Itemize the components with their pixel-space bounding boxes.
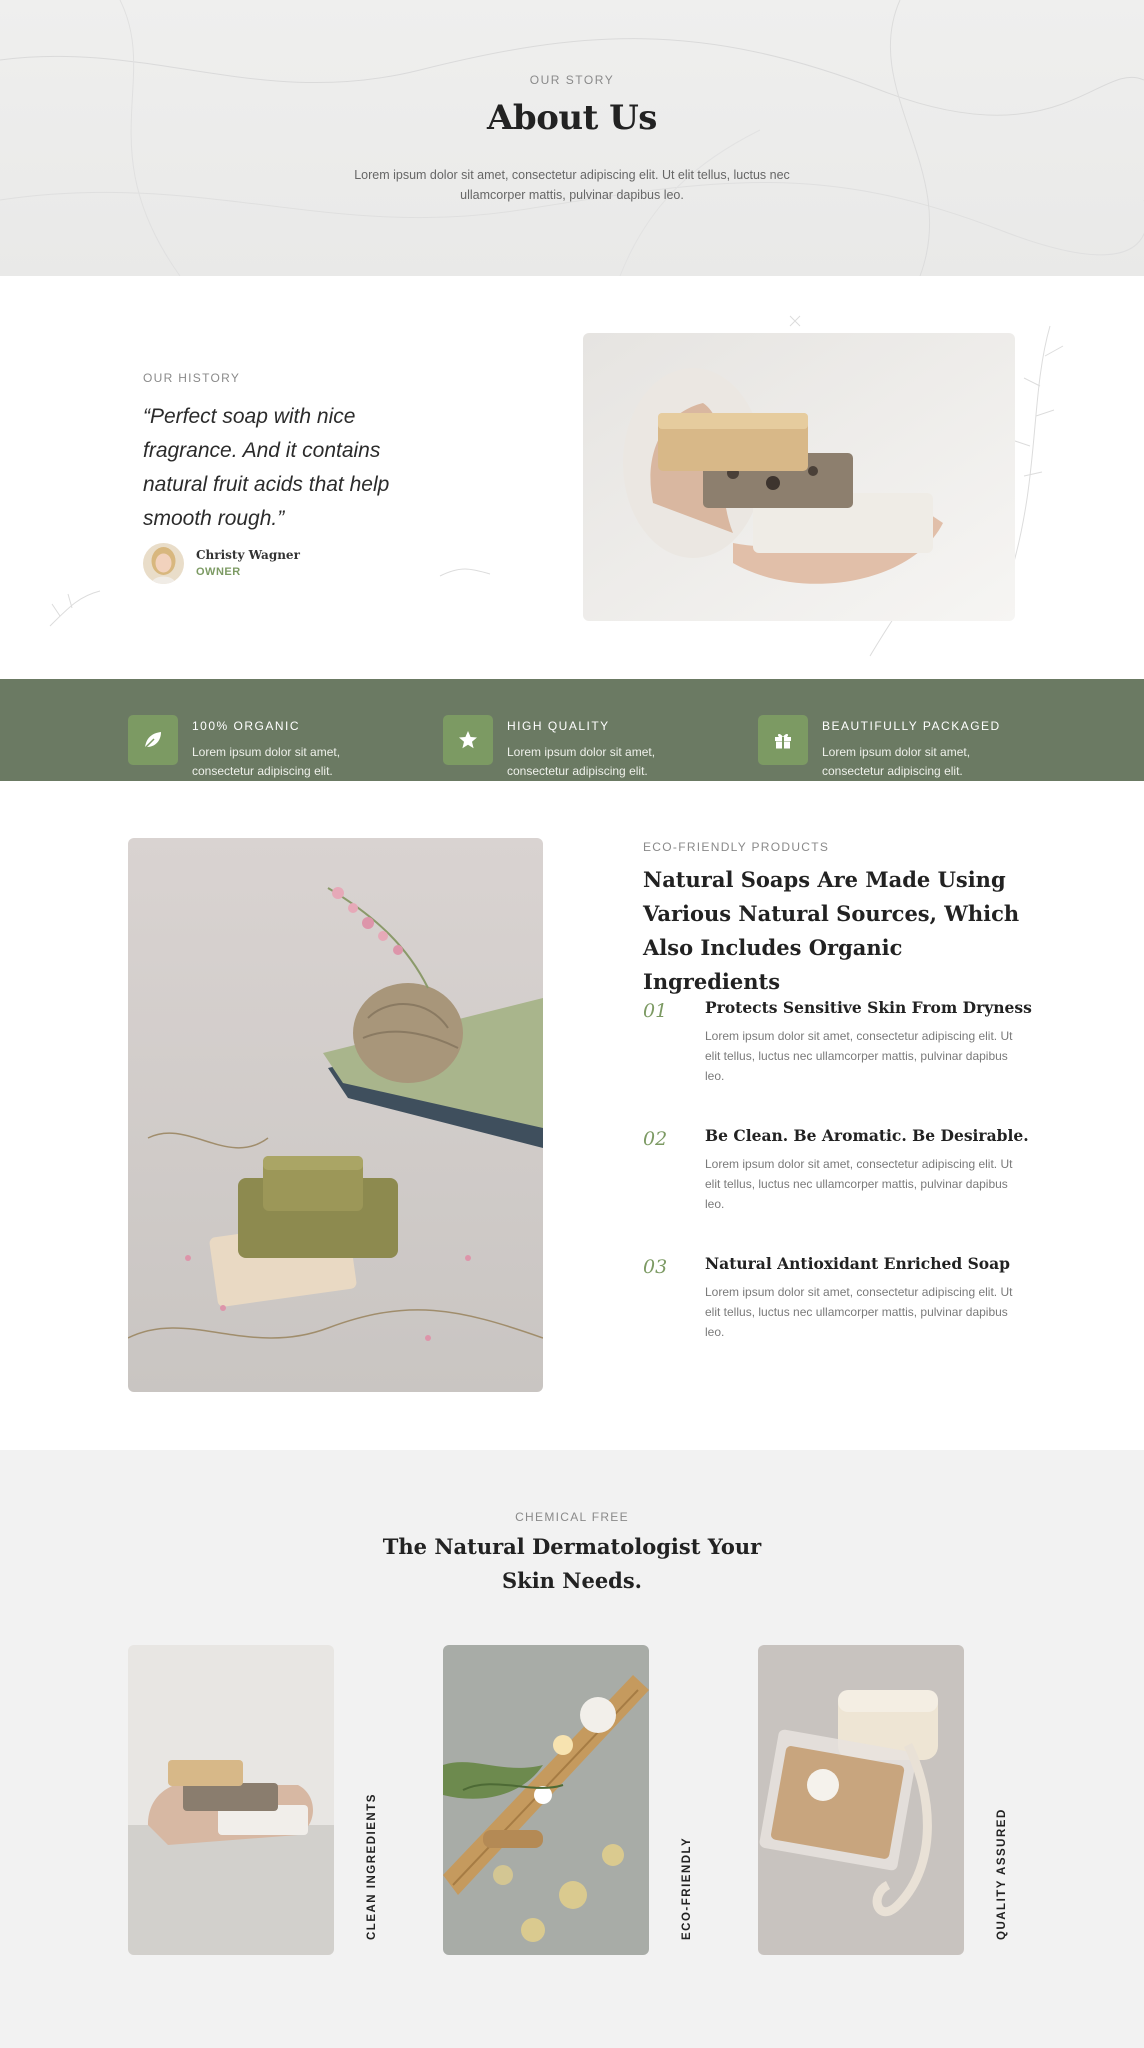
benefit-title: Protects Sensitive Skin From Dryness (705, 998, 1032, 1017)
feature-text: Lorem ipsum dolor sit amet, consectetur … (192, 745, 341, 778)
soap-still-life-photo (128, 838, 543, 1392)
star-icon (443, 715, 493, 765)
chemical-title: The Natural Dermatologist Your Skin Need… (382, 1534, 762, 1593)
hero-section: OUR STORY About Us Lorem ipsum dolor sit… (0, 0, 1144, 276)
feature-title: HIGH QUALITY (507, 719, 610, 733)
soap-hands-photo (583, 333, 1015, 621)
hero-eyebrow: OUR STORY (529, 73, 615, 87)
avatar (143, 543, 184, 584)
card-label: ECO-FRIENDLY (681, 1836, 693, 1940)
hero-description: Lorem ipsum dolor sit amet, consectetur … (354, 168, 790, 202)
benefit-item: 02 Be Clean. Be Aromatic. Be Desirable. … (643, 1126, 1029, 1226)
benefit-text: Lorem ipsum dolor sit amet, consectetur … (705, 1029, 1013, 1083)
benefit-item: 03 Natural Antioxidant Enriched Soap Lor… (643, 1254, 1023, 1354)
card-clean-ingredients-photo (128, 1645, 334, 1955)
benefit-title: Be Clean. Be Aromatic. Be Desirable. (705, 1126, 1029, 1145)
feature-title: 100% ORGANIC (192, 719, 301, 733)
benefit-number: 03 (643, 1256, 668, 1278)
author-role: OWNER (196, 566, 241, 578)
leaf-icon (128, 715, 178, 765)
feature-packaged: BEAUTIFULLY PACKAGED Lorem ipsum dolor s… (758, 697, 1048, 778)
card-label: CLEAN INGREDIENTS (366, 1793, 378, 1940)
marble-texture (0, 0, 1144, 276)
chemical-free-section: CHEMICAL FREE The Natural Dermatologist … (0, 1450, 1144, 2048)
card-eco-friendly-photo (443, 1645, 649, 1955)
features-band: 100% ORGANIC Lorem ipsum dolor sit amet,… (0, 679, 1144, 781)
feature-text: Lorem ipsum dolor sit amet, consectetur … (822, 745, 971, 778)
chemical-eyebrow: CHEMICAL FREE (515, 1510, 629, 1524)
benefit-title: Natural Antioxidant Enriched Soap (705, 1254, 1011, 1273)
eco-title: Natural Soaps Are Made Using Various Nat… (643, 867, 1020, 994)
gift-icon (758, 715, 808, 765)
history-eyebrow: OUR HISTORY (143, 371, 241, 385)
testimonial-quote: “Perfect soap with nice fragrance. And i… (143, 405, 390, 530)
feature-organic: 100% ORGANIC Lorem ipsum dolor sit amet,… (128, 697, 418, 778)
card-quality-assured-photo (758, 1645, 964, 1955)
benefit-number: 01 (643, 1000, 668, 1022)
benefit-number: 02 (643, 1128, 668, 1150)
page-title: About Us (487, 98, 657, 138)
benefit-text: Lorem ipsum dolor sit amet, consectetur … (705, 1157, 1013, 1211)
eco-section: ECO-FRIENDLY PRODUCTS Natural Soaps Are … (0, 781, 1144, 1450)
card-label: QUALITY ASSURED (996, 1808, 1008, 1940)
benefit-item: 01 Protects Sensitive Skin From Dryness … (643, 998, 1032, 1098)
feature-quality: HIGH QUALITY Lorem ipsum dolor sit amet,… (443, 697, 733, 778)
feature-title: BEAUTIFULLY PACKAGED (822, 719, 1001, 733)
feature-text: Lorem ipsum dolor sit amet, consectetur … (507, 745, 656, 778)
author-name: Christy Wagner (196, 548, 300, 562)
benefit-text: Lorem ipsum dolor sit amet, consectetur … (705, 1285, 1013, 1339)
history-section: OUR HISTORY “Perfect soap with nice frag… (0, 276, 1144, 679)
eco-eyebrow: ECO-FRIENDLY PRODUCTS (643, 840, 830, 854)
